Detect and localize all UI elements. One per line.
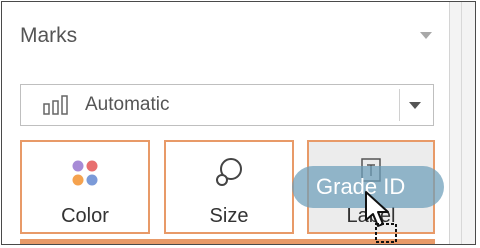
mark-type-value: Automatic	[85, 94, 170, 115]
panel-edge-line	[461, 2, 462, 244]
drag-cursor-icon	[365, 191, 397, 243]
color-card-label: Color	[61, 205, 109, 227]
color-card[interactable]: Color	[20, 140, 150, 234]
marks-title: Marks	[20, 24, 78, 47]
dropdown-divider	[399, 89, 400, 121]
collapse-arrow-icon[interactable]	[420, 32, 432, 39]
size-card-label: Size	[209, 205, 249, 227]
size-circles-icon	[216, 158, 242, 186]
chevron-down-icon[interactable]	[409, 102, 421, 109]
color-dots-icon	[72, 160, 98, 186]
marks-frame: Marks Automatic Color Size	[1, 1, 476, 245]
mark-type-dropdown[interactable]: Automatic	[20, 84, 434, 126]
panel-edge	[450, 2, 475, 244]
bar-chart-icon	[43, 95, 68, 115]
size-card[interactable]: Size	[164, 140, 294, 234]
